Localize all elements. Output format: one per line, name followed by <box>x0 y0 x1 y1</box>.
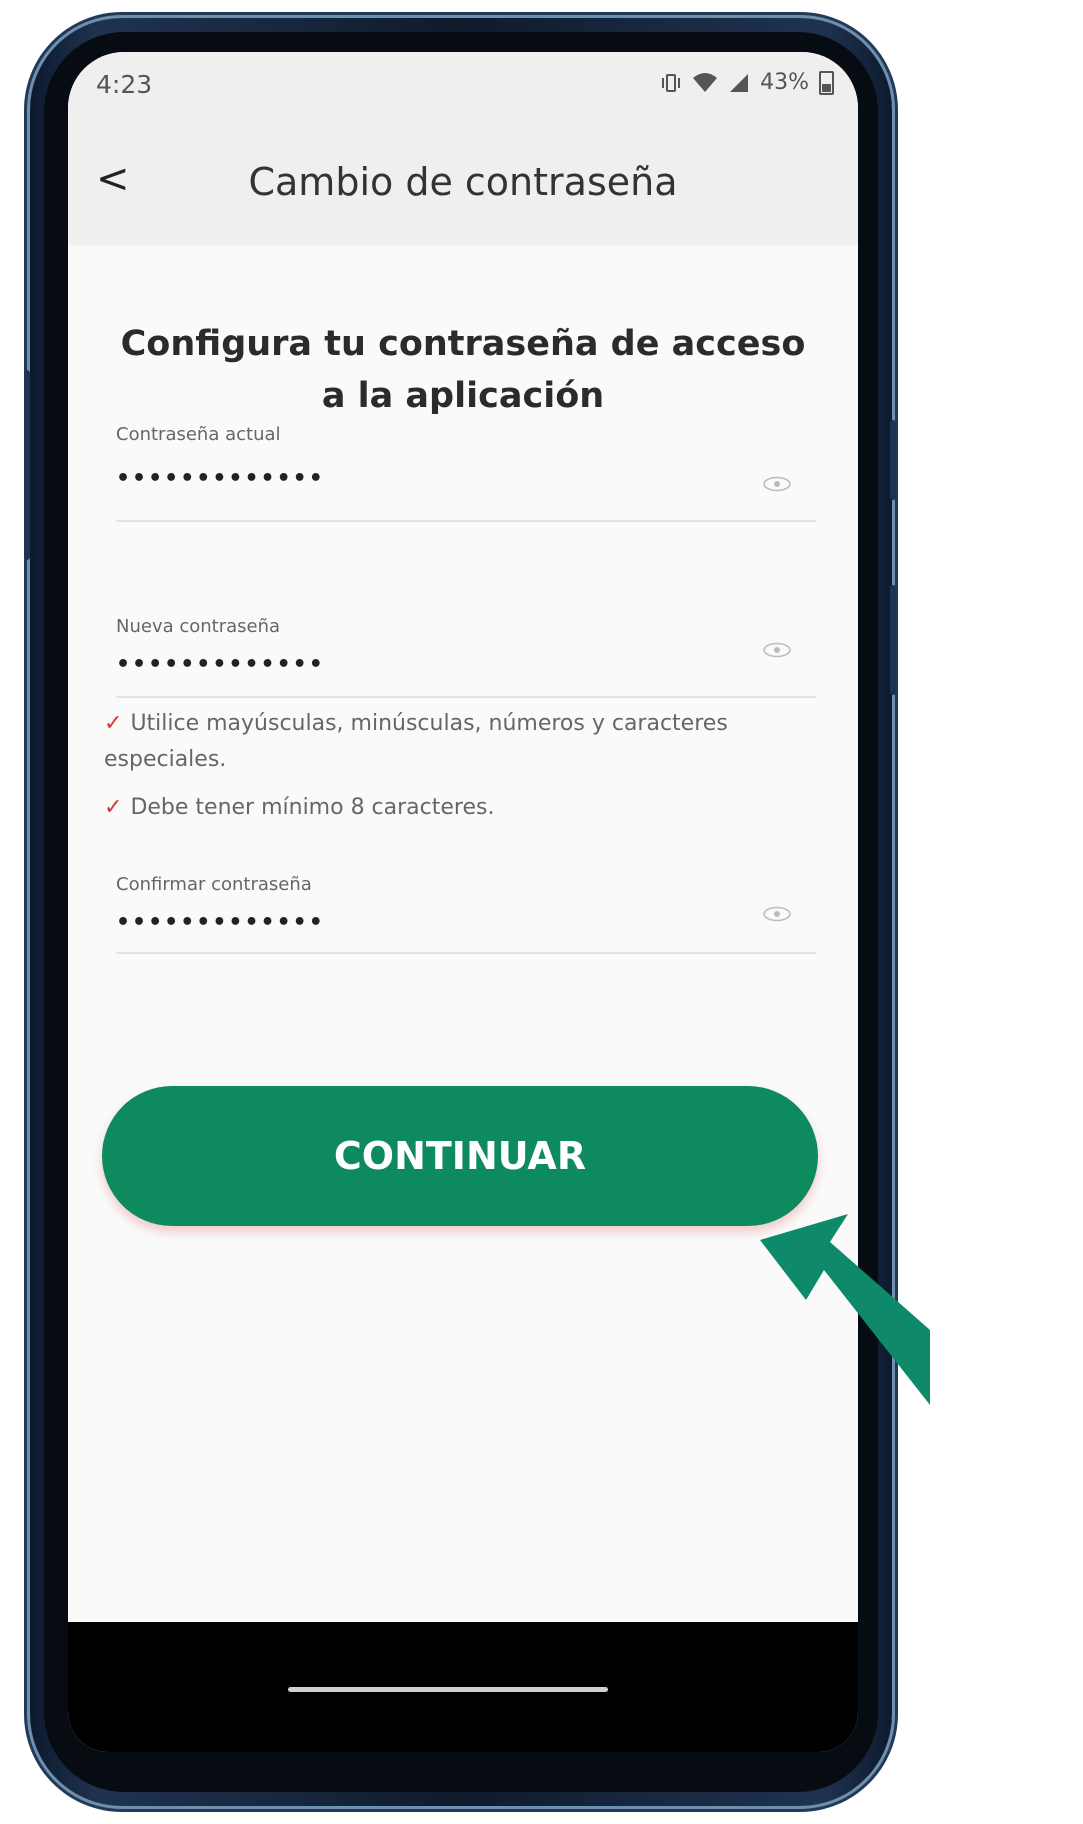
password-rule: ✓ Utilice mayúsculas, minúsculas, números… <box>104 706 804 778</box>
eye-icon[interactable] <box>763 476 791 492</box>
wifi-icon <box>693 72 718 92</box>
check-icon: ✓ <box>104 795 123 820</box>
app-screen: 4:23 43% < Cambio de contraseña Configur… <box>68 52 858 1752</box>
status-icons: 43% <box>660 70 834 95</box>
eye-icon[interactable] <box>763 642 791 658</box>
current-password-underline <box>116 520 816 522</box>
battery-percent: 43% <box>760 70 809 95</box>
eye-icon[interactable] <box>763 906 791 922</box>
confirm-password-label: Confirmar contraseña <box>116 874 312 895</box>
page-title: Cambio de contraseña <box>248 160 678 204</box>
new-password-label: Nueva contraseña <box>116 616 281 637</box>
new-password-input[interactable]: ••••••••••••• <box>116 652 325 677</box>
continue-button[interactable]: CONTINUAR <box>102 1086 818 1226</box>
signal-icon <box>730 73 749 92</box>
confirm-password-underline <box>116 952 816 954</box>
new-password-underline <box>116 696 816 698</box>
form-heading: Configura tu contraseña de acceso a la a… <box>120 324 806 416</box>
rule-text: Debe tener mínimo 8 caracteres. <box>130 795 495 820</box>
check-icon: ✓ <box>104 711 123 736</box>
side-button <box>890 585 896 695</box>
current-password-label: Contraseña actual <box>116 424 281 445</box>
status-time: 4:23 <box>96 70 153 99</box>
vibrate-icon <box>662 73 681 92</box>
home-indicator[interactable] <box>288 1687 608 1692</box>
password-rule: ✓ Debe tener mínimo 8 caracteres. <box>104 790 804 826</box>
status-bar: 4:23 43% <box>68 52 858 118</box>
confirm-password-input[interactable]: ••••••••••••• <box>116 910 325 935</box>
volume-button <box>24 370 30 560</box>
pointer-arrow-icon <box>760 1214 930 1405</box>
app-bar: < Cambio de contraseña <box>68 118 858 242</box>
power-button <box>890 420 896 500</box>
rule-text: Utilice mayúsculas, minúsculas, números … <box>104 711 728 772</box>
nav-bar <box>68 1622 858 1752</box>
current-password-input[interactable]: ••••••••••••• <box>116 466 325 491</box>
battery-icon <box>819 70 834 95</box>
